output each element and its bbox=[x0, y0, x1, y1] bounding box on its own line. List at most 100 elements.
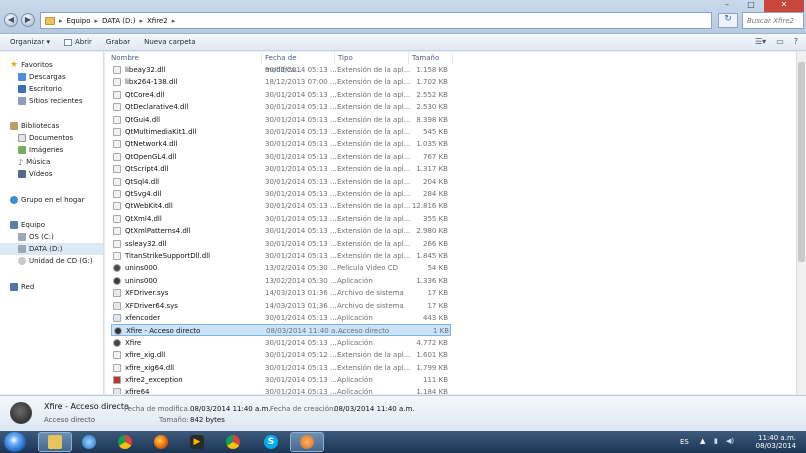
organize-button[interactable]: Organizar ▾ bbox=[10, 38, 50, 46]
table-row[interactable]: QtOpenGL4.dll 30/01/2014 05:13 ... Extensi… bbox=[111, 151, 451, 163]
nav-favorites[interactable]: ★ Favoritos bbox=[10, 59, 53, 71]
file-size: 1.317 KB bbox=[416, 165, 448, 174]
taskbar-firefox[interactable] bbox=[144, 432, 178, 452]
file-type: Extensión de la apl... bbox=[337, 177, 411, 186]
minimize-button[interactable]: – bbox=[716, 0, 738, 12]
table-row[interactable]: QtScript4.dll 30/01/2014 05:13 ... Extensi… bbox=[111, 163, 451, 175]
open-icon bbox=[63, 38, 72, 46]
taskbar-internet-explorer[interactable] bbox=[72, 432, 106, 452]
file-name: QtDeclarative4.dll bbox=[125, 103, 189, 112]
table-row[interactable]: xfire_xig.dll 30/01/2014 05:12 ... Extensi… bbox=[111, 349, 451, 361]
table-row[interactable]: libeay32.dll 30/01/2014 05:13 ... Extensió… bbox=[111, 64, 451, 76]
nav-libraries[interactable]: Bibliotecas bbox=[10, 120, 59, 132]
table-row[interactable]: QtDeclarative4.dll 30/01/2014 05:13 ... Ex… bbox=[111, 101, 451, 113]
clock[interactable]: 11:40 a.m. 08/03/2014 bbox=[756, 434, 796, 450]
breadcrumb-xfire2[interactable]: Xfire2 bbox=[147, 17, 168, 25]
clock-date: 08/03/2014 bbox=[755, 442, 796, 450]
table-row[interactable]: XFDriver.sys 14/03/2013 01:36 ... Archivo … bbox=[111, 287, 451, 299]
nav-documents[interactable]: Documentos bbox=[18, 132, 73, 144]
nav-cd-drive[interactable]: Unidad de CD (G:) bbox=[18, 255, 93, 267]
table-row[interactable]: xfire64 30/01/2014 05:13 ... Aplicación 1.1… bbox=[111, 386, 451, 394]
details-name: Xfire - Acceso directo bbox=[44, 402, 129, 411]
file-type: Acceso directo bbox=[338, 327, 390, 336]
music-icon: ♪ bbox=[18, 157, 24, 167]
table-row[interactable]: libx264-138.dll 18/12/2013 07:00 ... Exten… bbox=[111, 76, 451, 88]
table-row[interactable]: xfire_xig64.dll 30/01/2014 05:13 ... Exten… bbox=[111, 362, 451, 374]
taskbar-xfire[interactable] bbox=[290, 432, 324, 452]
nav-network[interactable]: Red bbox=[10, 281, 34, 293]
nav-computer[interactable]: Equipo bbox=[10, 219, 45, 231]
file-type: Extensión de la apl... bbox=[337, 190, 411, 198]
table-row[interactable]: xfencoder 30/01/2014 05:13 ... Aplicación 4… bbox=[111, 312, 451, 324]
table-row[interactable]: QtXml4.dll 30/01/2014 05:13 ... Extensión … bbox=[111, 213, 451, 225]
breadcrumb-data[interactable]: DATA (D:) bbox=[102, 17, 135, 25]
nav-recent[interactable]: Sitios recientes bbox=[18, 95, 83, 107]
taskbar-explorer[interactable] bbox=[38, 432, 72, 452]
view-options-icon[interactable]: ☰▾ bbox=[755, 37, 766, 46]
column-header-date[interactable]: Fecha de modifica... bbox=[262, 52, 335, 74]
taskbar-chrome-2[interactable] bbox=[216, 432, 250, 452]
nav-drive-d[interactable]: DATA (D:) bbox=[0, 243, 103, 255]
file-size: 17 KB bbox=[427, 289, 448, 298]
dll-icon bbox=[113, 140, 121, 149]
table-row[interactable]: QtCore4.dll 30/01/2014 05:13 ... Extensión… bbox=[111, 89, 451, 101]
help-icon[interactable]: ? bbox=[794, 37, 798, 46]
language-indicator[interactable]: ES bbox=[680, 438, 689, 446]
column-header-type[interactable]: Tipo bbox=[335, 52, 409, 64]
nav-music[interactable]: ♪ Música bbox=[18, 156, 50, 168]
address-bar[interactable]: ▸ Equipo ▸ DATA (D:) ▸ Xfire2 ▸ bbox=[40, 12, 712, 29]
taskbar-media-player[interactable]: ▶ bbox=[180, 432, 214, 452]
forward-button[interactable]: ▶ bbox=[21, 13, 35, 27]
close-button[interactable]: ✕ bbox=[764, 0, 804, 12]
nav-downloads[interactable]: Descargas bbox=[18, 71, 66, 83]
refresh-icon[interactable]: ↻ bbox=[718, 13, 738, 28]
table-row[interactable]: Xfire - Acceso directo 08/03/2014 11:40 a… bbox=[111, 324, 451, 337]
column-header-name[interactable]: Nombre bbox=[108, 52, 262, 64]
file-type: Aplicación bbox=[337, 376, 373, 384]
table-row[interactable]: unins000 13/02/2014 05:30 ... Aplicación 1.… bbox=[111, 275, 451, 287]
table-row[interactable]: unins000 13/02/2014 05:30 ... Película Vid… bbox=[111, 262, 451, 274]
open-button[interactable]: Abrir bbox=[63, 38, 92, 46]
breadcrumb-equipo[interactable]: Equipo bbox=[67, 17, 91, 25]
drive-icon bbox=[18, 233, 26, 241]
table-row[interactable]: QtSvg4.dll 30/01/2014 05:13 ... Extensión … bbox=[111, 188, 451, 200]
file-date: 30/01/2014 05:13 ... bbox=[265, 177, 337, 186]
tray-arrow-icon[interactable]: ▲ bbox=[700, 437, 705, 445]
table-row[interactable]: QtMultimediaKit1.dll 30/01/2014 05:13 ...… bbox=[111, 126, 451, 138]
taskbar-chrome[interactable] bbox=[108, 432, 142, 452]
new-folder-button[interactable]: Nueva carpeta bbox=[144, 38, 195, 46]
nav-homegroup[interactable]: Grupo en el hogar bbox=[10, 194, 84, 206]
table-row[interactable]: QtXmlPatterns4.dll 30/01/2014 05:13 ... Ex… bbox=[111, 225, 451, 237]
file-date: 30/01/2014 05:13 ... bbox=[265, 388, 337, 394]
table-row[interactable]: ssleay32.dll 30/01/2014 05:13 ... Extensió… bbox=[111, 238, 451, 250]
nav-desktop[interactable]: Escritorio bbox=[18, 83, 62, 95]
back-button[interactable]: ◀ bbox=[4, 13, 18, 27]
file-type: Extensión de la apl... bbox=[337, 115, 411, 124]
table-row[interactable]: QtNetwork4.dll 30/01/2014 05:13 ... Extens… bbox=[111, 138, 451, 150]
table-row[interactable]: QtGui4.dll 30/01/2014 05:13 ... Extensión … bbox=[111, 114, 451, 126]
network-tray-icon[interactable]: ▮ bbox=[714, 437, 718, 445]
vertical-scrollbar[interactable] bbox=[796, 52, 806, 394]
nav-drive-c[interactable]: OS (C:) bbox=[18, 231, 54, 243]
file-date: 30/01/2014 05:13 ... bbox=[265, 103, 337, 112]
start-button[interactable] bbox=[4, 432, 26, 452]
column-header-size[interactable]: Tamaño bbox=[409, 52, 453, 64]
record-button[interactable]: Grabar bbox=[106, 38, 130, 46]
preview-pane-icon[interactable]: ▭ bbox=[776, 37, 784, 46]
skype-icon: S bbox=[264, 435, 278, 449]
table-row[interactable]: xfire2_exception 30/01/2014 05:13 ... Apli… bbox=[111, 374, 451, 386]
volume-icon[interactable]: ◀) bbox=[726, 437, 734, 445]
taskbar-skype[interactable]: S bbox=[254, 432, 288, 452]
maximize-button[interactable]: □ bbox=[740, 0, 762, 12]
table-row[interactable]: TitanStrikeSupportDll.dll 30/01/2014 05:1… bbox=[111, 250, 451, 262]
scroll-thumb[interactable] bbox=[798, 62, 805, 262]
nav-videos[interactable]: Vídeos bbox=[18, 168, 52, 180]
table-row[interactable]: QtWebKit4.dll 30/01/2014 05:13 ... Extensi… bbox=[111, 200, 451, 212]
table-row[interactable]: QtSql4.dll 30/01/2014 05:13 ... Extensión … bbox=[111, 176, 451, 188]
nav-pictures[interactable]: Imágenes bbox=[18, 144, 63, 156]
table-row[interactable]: XFDriver64.sys 14/03/2013 01:36 ... Archiv… bbox=[111, 300, 451, 312]
table-row[interactable]: Xfire 30/01/2014 05:13 ... Aplicación 4.772… bbox=[111, 337, 451, 349]
file-size: 1.799 KB bbox=[416, 363, 448, 372]
videos-icon bbox=[18, 170, 26, 178]
search-input[interactable]: Buscar Xfire2 bbox=[742, 12, 804, 29]
